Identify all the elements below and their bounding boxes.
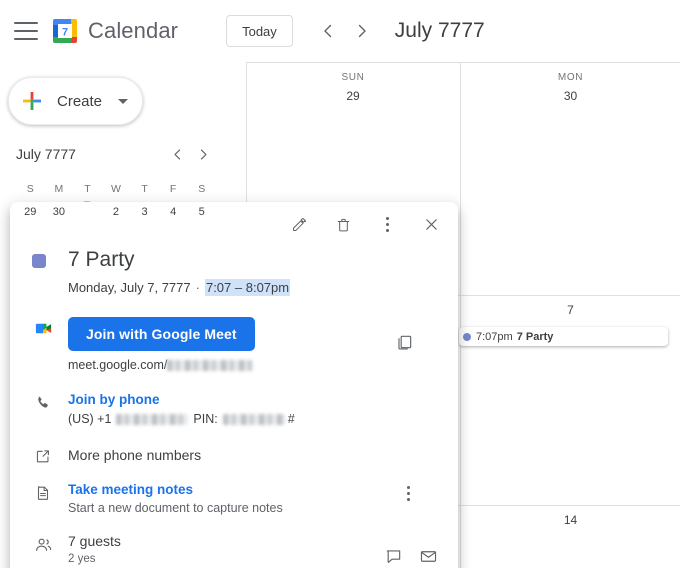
join-by-phone-content: Join by phone (US) +1 PIN: # — [68, 392, 438, 426]
day-of-month-label: 14 — [563, 513, 578, 527]
envelope-email-icon[interactable] — [419, 547, 438, 566]
hamburger-menu-icon[interactable] — [14, 22, 38, 40]
day-of-week-label: SUN — [341, 72, 365, 83]
mini-dow: S — [26, 183, 34, 195]
create-button-label: Create — [57, 92, 103, 110]
guests-actions — [384, 533, 438, 566]
mini-dow: T — [141, 183, 148, 195]
pin-suffix: # — [287, 412, 295, 426]
trash-delete-icon[interactable] — [328, 209, 358, 239]
meet-url[interactable]: meet.google.com/ — [68, 358, 438, 372]
day-of-week-label: MON — [557, 72, 584, 83]
logo-day-number: 7 — [62, 27, 68, 39]
join-by-phone-row: Join by phone (US) +1 PIN: # — [32, 392, 438, 426]
top-app-bar: 7 Calendar Today July 7777 — [0, 0, 680, 62]
kebab-more-options-icon[interactable] — [407, 486, 410, 501]
meeting-notes-content: Take meeting notes Start a new document … — [68, 482, 438, 515]
guests-content: 7 guests 2 yes 3 maybe, 2 awaiting — [68, 533, 384, 568]
current-period-title: July 7777 — [394, 19, 485, 42]
meeting-notes-row: Take meeting notes Start a new document … — [32, 482, 438, 515]
google-meet-row: Join with Google Meet meet.google.com/ — [32, 317, 438, 372]
external-link-icon — [32, 445, 54, 465]
chevron-down-icon[interactable] — [118, 98, 129, 104]
event-time-range: 7:07 – 8:07pm — [204, 279, 291, 296]
google-meet-content: Join with Google Meet meet.google.com/ — [68, 317, 438, 372]
day-of-month-label: 30 — [563, 89, 578, 103]
datetime-separator: · — [195, 280, 200, 295]
mini-day-label: 4 — [170, 206, 177, 218]
more-phone-numbers-row[interactable]: More phone numbers — [32, 445, 438, 465]
join-with-google-meet-button[interactable]: Join with Google Meet — [68, 317, 255, 351]
pin-label: PIN: — [193, 412, 218, 426]
mini-calendar-prev-icon[interactable] — [164, 141, 190, 167]
event-chip-time: 7:07pm — [476, 330, 513, 343]
chevron-left-icon[interactable] — [311, 14, 345, 48]
plus-icon — [21, 90, 43, 112]
mini-day-label: 29 — [24, 206, 37, 218]
mini-dow: T — [84, 183, 91, 195]
guests-row: 7 guests 2 yes 3 maybe, 2 awaiting — [32, 533, 438, 568]
chat-bubble-icon[interactable] — [384, 547, 403, 566]
phone-number-redacted — [116, 413, 189, 425]
close-x-icon[interactable] — [416, 209, 446, 239]
event-title-block: 7 Party Monday, July 7, 7777 · 7:07 – 8:07… — [68, 246, 291, 296]
mini-dow: F — [169, 183, 177, 195]
event-chip-7-party[interactable]: 7:07pm 7 Party — [459, 327, 668, 346]
event-datetime: Monday, July 7, 7777 · 7:07 – 8:07pm — [68, 279, 291, 296]
google-calendar-logo-icon: 7 — [50, 16, 80, 46]
event-color-swatch — [32, 254, 46, 268]
guests-count: 7 guests — [68, 533, 121, 549]
popup-action-bar — [10, 202, 458, 246]
calendar-app: 7 Calendar Today July 7777 Create July 7… — [0, 0, 680, 568]
app-title: Calendar — [88, 18, 179, 43]
take-meeting-notes-subtitle: Start a new document to capture notes — [68, 501, 283, 515]
event-title: 7 Party — [68, 248, 135, 271]
copy-link-icon[interactable] — [395, 333, 414, 352]
kebab-more-options-icon[interactable] — [372, 209, 402, 239]
guests-yes-count: 2 yes — [68, 553, 96, 565]
pin-redacted — [222, 413, 285, 425]
event-color-dot — [463, 332, 471, 341]
day-of-month-label: 7 — [567, 303, 574, 317]
event-details-popup: 7 Party Monday, July 7, 7777 · 7:07 – 8:07… — [10, 202, 458, 568]
day-header-sun[interactable]: SUN 29 — [246, 72, 460, 103]
mini-calendar-next-icon[interactable] — [190, 141, 216, 167]
day-cell-14[interactable]: 14 — [461, 513, 680, 527]
event-chip-title: 7 Party — [516, 330, 554, 343]
more-phone-numbers-label: More phone numbers — [68, 447, 202, 463]
popup-body: 7 Party Monday, July 7, 7777 · 7:07 – 8:07… — [10, 246, 458, 568]
phone-country-prefix: (US) +1 — [68, 412, 112, 426]
mini-day-label: 30 — [52, 206, 65, 218]
mini-day-label: 3 — [141, 206, 148, 218]
chevron-right-icon[interactable] — [345, 14, 379, 48]
create-button[interactable]: Create — [8, 77, 144, 125]
mini-dow: M — [54, 183, 64, 195]
google-meet-icon — [32, 317, 54, 338]
day-header-mon[interactable]: MON 30 — [461, 72, 680, 103]
mini-dow: S — [198, 183, 206, 195]
more-phone-numbers-content: More phone numbers — [68, 445, 438, 465]
mini-day-label: 1 — [84, 206, 91, 218]
meet-url-redacted-code — [167, 359, 254, 371]
event-date: Monday, July 7, 7777 — [68, 280, 191, 295]
phone-icon — [32, 392, 54, 412]
mini-day-label: 5 — [198, 206, 205, 218]
join-by-phone-link[interactable]: Join by phone — [68, 392, 438, 407]
people-guests-icon — [32, 533, 54, 554]
day-of-month-label: 29 — [346, 89, 360, 103]
take-meeting-notes-link[interactable]: Take meeting notes — [68, 482, 438, 497]
document-icon — [32, 482, 54, 502]
pencil-edit-icon[interactable] — [284, 209, 314, 239]
event-title-row: 7 Party Monday, July 7, 7777 · 7:07 – 8:07… — [32, 246, 438, 296]
phone-number-line: (US) +1 PIN: # — [68, 412, 438, 426]
mini-calendar-header: July 7777 — [16, 140, 216, 168]
meet-url-prefix: meet.google.com/ — [68, 358, 168, 372]
mini-dow: W — [111, 183, 121, 195]
today-button[interactable]: Today — [226, 15, 293, 47]
mini-day-label: 2 — [112, 206, 120, 218]
day-cell-7[interactable]: 7 — [461, 303, 680, 317]
mini-calendar-month-label: July 7777 — [16, 146, 76, 162]
